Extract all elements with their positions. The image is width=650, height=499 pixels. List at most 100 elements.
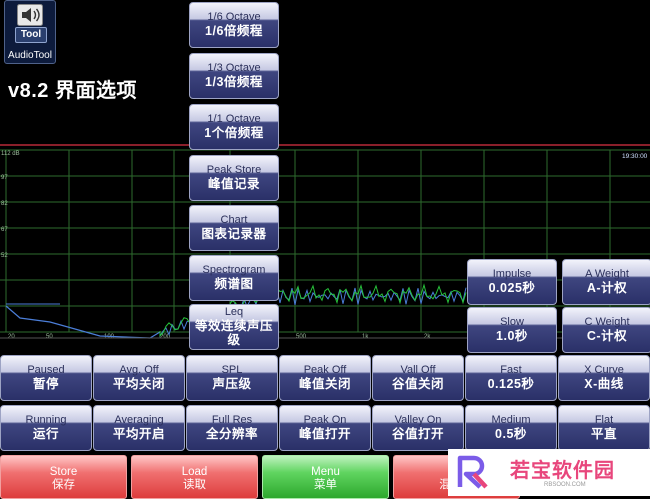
speaker-icon [17, 4, 43, 26]
flat-label-cn: 平直 [590, 427, 617, 442]
watermark: 若宝软件园 RBSOON.COM [448, 449, 650, 496]
spl-button[interactable]: SPL 声压级 [186, 355, 278, 401]
full-res-button[interactable]: Full Res 全分辨率 [186, 405, 278, 451]
load-button[interactable]: Load 读取 [131, 455, 258, 499]
time-readout: 19:30:00 [622, 153, 648, 160]
watermark-brand: 若宝软件园 [510, 460, 615, 482]
c-weight-label-cn: C-计权 [586, 329, 628, 344]
paused-button[interactable]: Paused 暂停 [0, 355, 92, 401]
fast-label-en: Fast [500, 364, 522, 377]
x-tick-label: 20 [8, 334, 15, 340]
third-octave-button[interactable]: 1/3 Octave 1/3倍频程 [189, 53, 279, 99]
flat-label-en: Flat [594, 414, 614, 427]
sixth-octave-button[interactable]: 1/6 Octave 1/6倍频程 [189, 2, 279, 48]
chart-button[interactable]: Chart 图表记录器 [189, 205, 279, 251]
flat-button[interactable]: Flat 平直 [558, 405, 650, 451]
peak-on-label-cn: 峰值打开 [298, 427, 351, 442]
chart-label-en: Chart [220, 214, 248, 227]
full-res-label-cn: 全分辨率 [205, 427, 258, 442]
store-label-en: Store [49, 466, 78, 478]
menu-label-en: Menu [311, 466, 340, 478]
y-tick-label: 97 [1, 175, 8, 181]
x-curve-label-cn: X-曲线 [584, 377, 624, 392]
valley-on-label-cn: 谷值打开 [391, 427, 444, 442]
x-curve-button[interactable]: X Curve X-曲线 [558, 355, 650, 401]
app-name: AudioTool [8, 50, 52, 61]
slow-button[interactable]: Slow 1.0秒 [467, 307, 557, 353]
menu-button[interactable]: Menu 菜单 [262, 455, 389, 499]
leq-label-cn: 等效连续声压级 [194, 318, 273, 348]
vall-off-label-en: Vall Off [400, 364, 436, 377]
c-weight-label-en: C Weight [584, 316, 630, 329]
a-weight-label-cn: A-计权 [586, 281, 628, 296]
full-octave-label-cn: 1个倍频程 [204, 126, 264, 141]
impulse-label-en: Impulse [492, 268, 532, 281]
peak-on-button[interactable]: Peak On 峰值打开 [279, 405, 371, 451]
valley-on-button[interactable]: Valley On 谷值打开 [372, 405, 464, 451]
averaging-button[interactable]: Averaging 平均开启 [93, 405, 185, 451]
page-title: v8.2 界面选项 [8, 80, 137, 102]
fast-label-cn: 0.125秒 [487, 377, 535, 392]
full-octave-button[interactable]: 1/1 Octave 1个倍频程 [189, 104, 279, 150]
x-curve-label-en: X Curve [584, 364, 624, 377]
a-weight-button[interactable]: A Weight A-计权 [562, 259, 650, 305]
leq-label-en: Leq [224, 306, 244, 319]
r-logo-icon [457, 455, 488, 489]
peak-off-button[interactable]: Peak Off 峰值关闭 [279, 355, 371, 401]
load-label-cn: 读取 [183, 479, 206, 492]
sixth-octave-label-cn: 1/6倍频程 [205, 24, 263, 39]
full-res-label-en: Full Res [211, 414, 253, 427]
vall-off-label-cn: 谷值关闭 [391, 377, 444, 392]
averaging-label-en: Averaging [114, 414, 164, 427]
tool-tag: Tool [15, 27, 47, 43]
valley-on-label-en: Valley On [394, 414, 442, 427]
running-label-en: Running [25, 414, 67, 427]
paused-label-en: Paused [27, 364, 65, 377]
medium-label-cn: 0.5秒 [495, 427, 527, 442]
c-weight-button[interactable]: C Weight C-计权 [562, 307, 650, 353]
y-top-label: 112 dB [1, 151, 20, 157]
store-label-cn: 保存 [52, 479, 75, 492]
menu-label-cn: 菜单 [314, 479, 337, 492]
slow-label-cn: 1.0秒 [496, 329, 528, 344]
x-tick-label: 1k [362, 334, 369, 340]
trace-blue [5, 305, 161, 339]
y-tick-label: 67 [1, 227, 8, 233]
sixth-octave-label-en: 1/6 Octave [207, 11, 261, 24]
load-label-en: Load [181, 466, 208, 478]
chart-label-cn: 图表记录器 [201, 227, 267, 242]
peak-off-label-cn: 峰值关闭 [298, 377, 351, 392]
medium-button[interactable]: Medium 0.5秒 [465, 405, 557, 451]
avg-off-button[interactable]: Avg. Off 平均关闭 [93, 355, 185, 401]
x-tick-label: 500 [296, 334, 307, 340]
fast-button[interactable]: Fast 0.125秒 [465, 355, 557, 401]
x-tick-label: 2k [424, 334, 431, 340]
slow-label-en: Slow [500, 316, 524, 329]
avg-off-label-en: Avg. Off [119, 364, 159, 377]
x-tick-label: 50 [46, 334, 53, 340]
impulse-button[interactable]: Impulse 0.025秒 [467, 259, 557, 305]
spectrogram-label-en: Spectrogram [202, 264, 266, 277]
third-octave-label-en: 1/3 Octave [207, 62, 261, 75]
peak-store-button[interactable]: Peak Store 峰值记录 [189, 155, 279, 201]
spl-label-en: SPL [221, 364, 243, 377]
peak-store-label-en: Peak Store [206, 164, 262, 177]
y-tick-label: 52 [1, 253, 8, 259]
paused-label-cn: 暂停 [32, 377, 59, 392]
leq-button[interactable]: Leq 等效连续声压级 [189, 304, 279, 350]
running-button[interactable]: Running 运行 [0, 405, 92, 451]
averaging-label-cn: 平均开启 [112, 427, 165, 442]
watermark-url: RBSOON.COM [544, 482, 586, 488]
full-octave-label-en: 1/1 Octave [207, 113, 261, 126]
spectrogram-label-cn: 频谱图 [214, 277, 254, 292]
running-label-cn: 运行 [32, 427, 59, 442]
vall-off-button[interactable]: Vall Off 谷值关闭 [372, 355, 464, 401]
spl-label-cn: 声压级 [212, 377, 252, 392]
app-logo: Tool AudioTool [4, 0, 56, 64]
store-button[interactable]: Store 保存 [0, 455, 127, 499]
peak-off-label-en: Peak Off [303, 364, 347, 377]
y-tick-label: 82 [1, 201, 8, 207]
peak-on-label-en: Peak On [303, 414, 347, 427]
spectrogram-button[interactable]: Spectrogram 频谱图 [189, 255, 279, 301]
avg-off-label-cn: 平均关闭 [112, 377, 165, 392]
